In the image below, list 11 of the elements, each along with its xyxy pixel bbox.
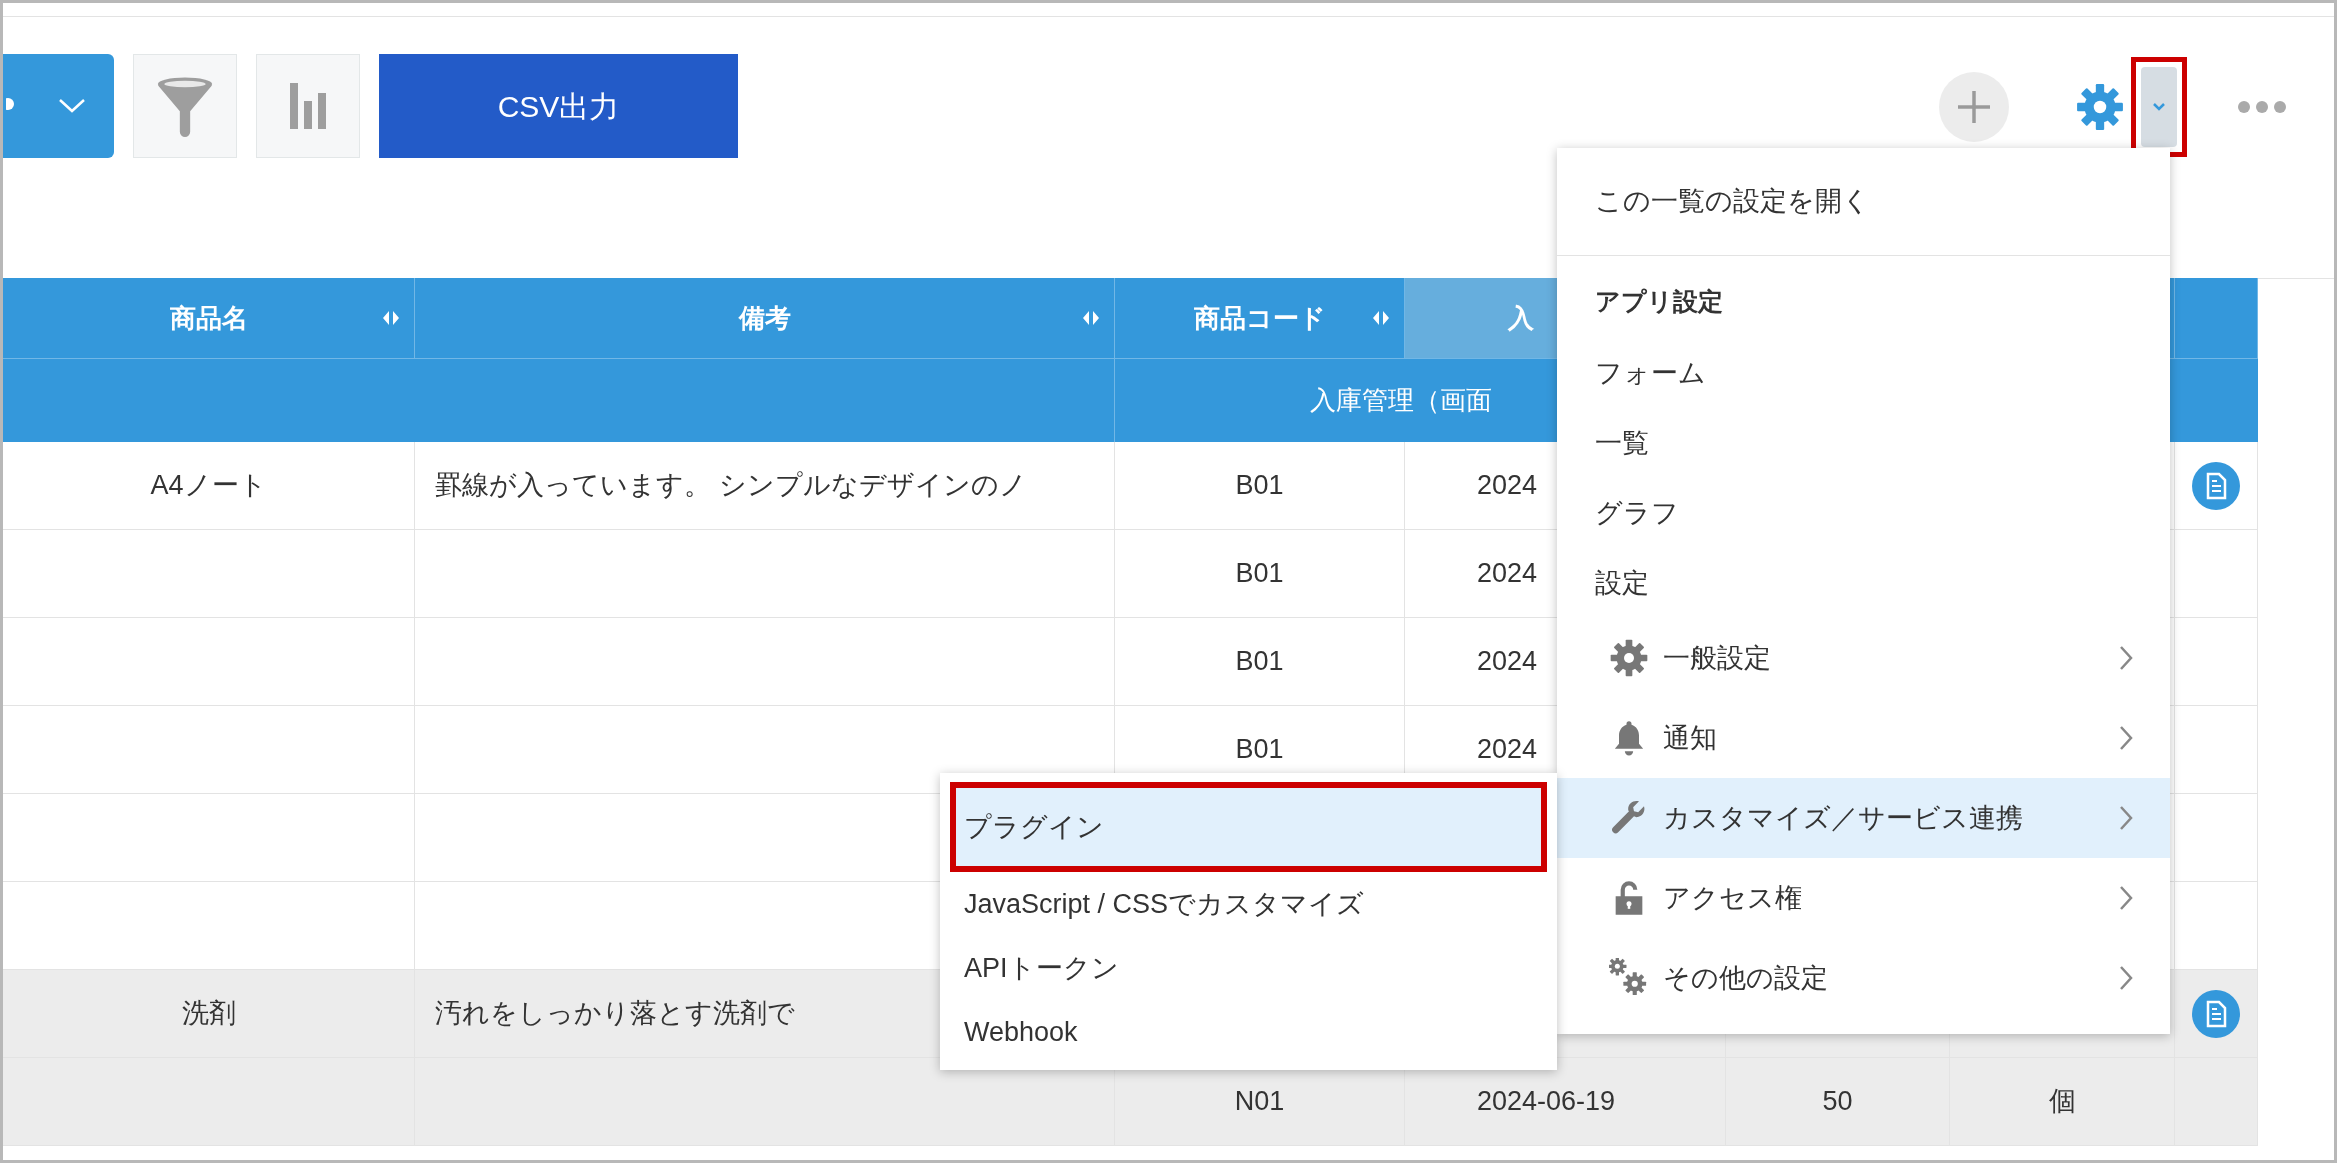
submenu-item-label: カスタマイズ／サービス連携 (1663, 801, 2024, 835)
column-header-label: 備考 (738, 301, 791, 335)
table-cell: 個 (1950, 1058, 2175, 1146)
submenu-item-label: 通知 (1663, 721, 1718, 755)
column-header-label: 商品コード (1193, 301, 1326, 335)
menu-heading: アプリ設定 (1594, 286, 1724, 318)
column-header-label: 入 (1508, 301, 1534, 335)
submenu-item-label: その他の設定 (1663, 961, 1829, 995)
column-header-label: 商品名 (169, 301, 248, 335)
submenu-item-label: アクセス権 (1663, 881, 1803, 915)
table-cell: 50 (1726, 1058, 1950, 1146)
